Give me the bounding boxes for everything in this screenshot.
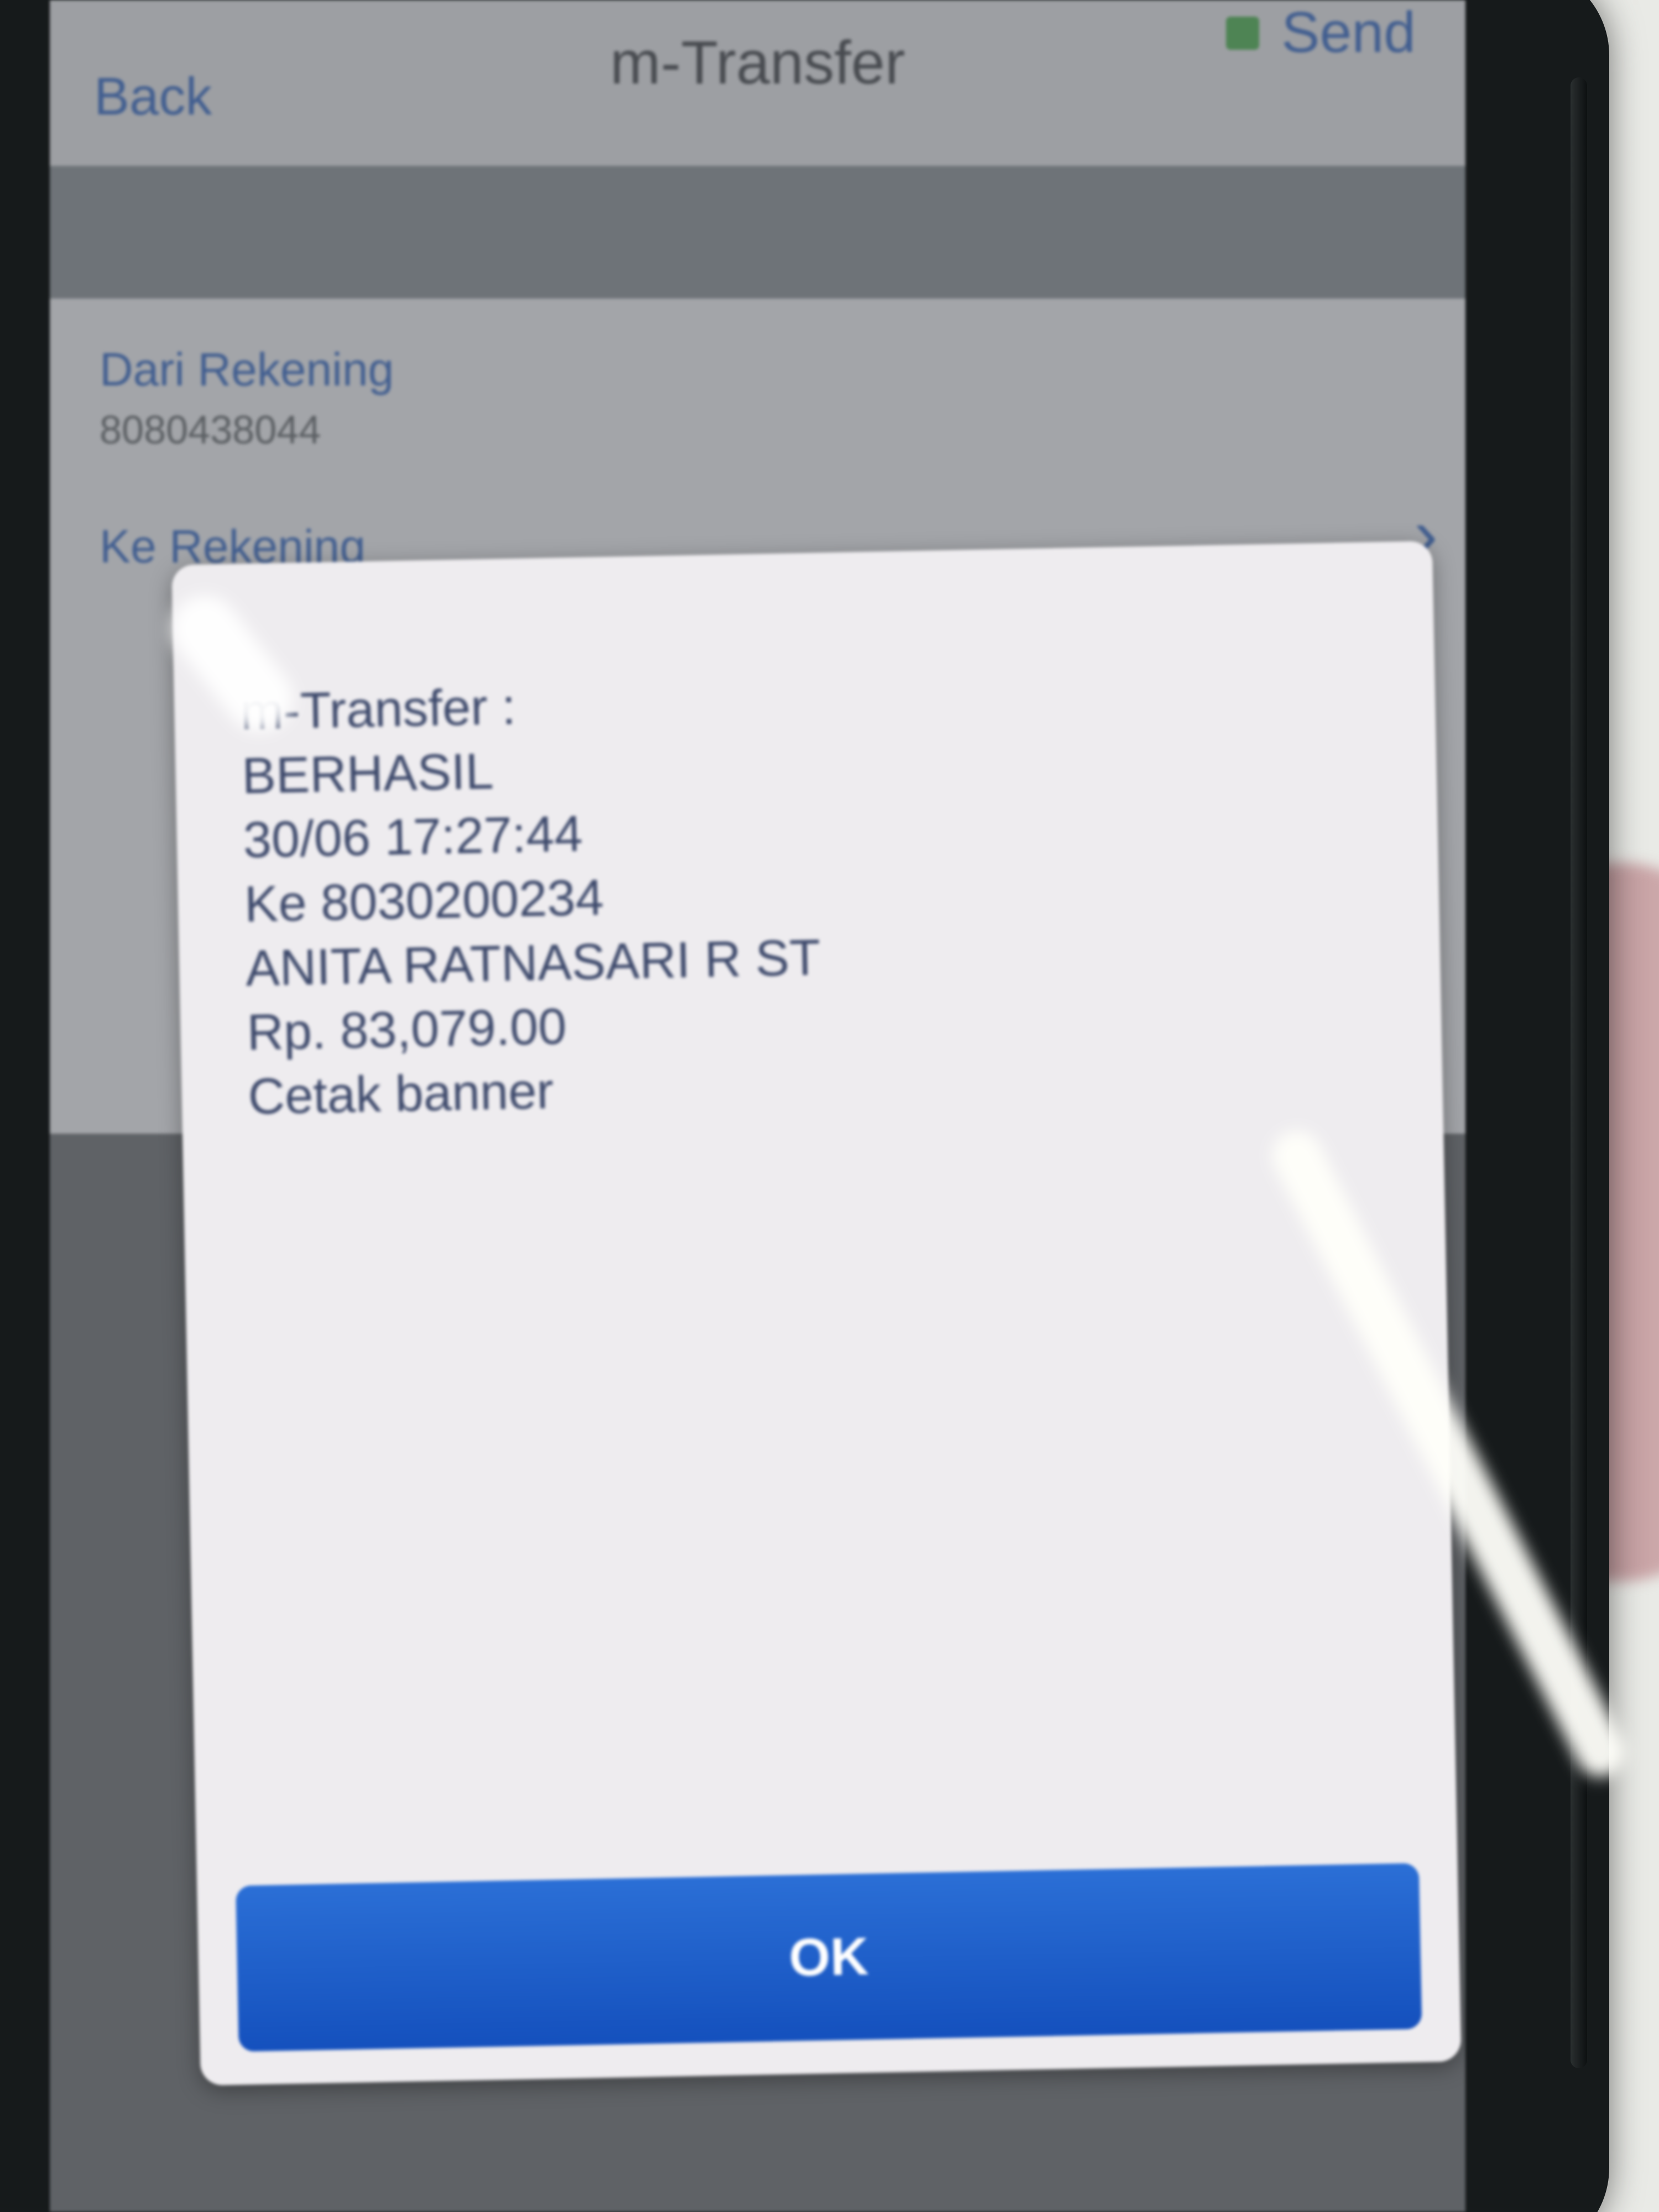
- message-line-title: m-Transfer :: [240, 678, 517, 740]
- message-line-status: BERHASIL: [241, 743, 494, 805]
- ok-button[interactable]: OK: [236, 1863, 1422, 2052]
- photo-scene: Back m-Transfer Send Dari Rekening 80804…: [0, 0, 1659, 2212]
- phone-screen: Back m-Transfer Send Dari Rekening 80804…: [50, 0, 1465, 2212]
- message-line-destination: Ke 8030200234: [244, 869, 604, 933]
- message-line-note: Cetak banner: [247, 1062, 554, 1125]
- dialog-message: m-Transfer : BERHASIL 30/06 17:27:44 Ke …: [240, 669, 823, 1129]
- message-line-amount: Rp. 83,079.00: [246, 998, 567, 1061]
- message-line-datetime: 30/06 17:27:44: [242, 805, 583, 869]
- transfer-result-dialog: m-Transfer : BERHASIL 30/06 17:27:44 Ke …: [171, 541, 1462, 2086]
- message-line-recipient: ANITA RATNASARI R ST: [245, 929, 821, 997]
